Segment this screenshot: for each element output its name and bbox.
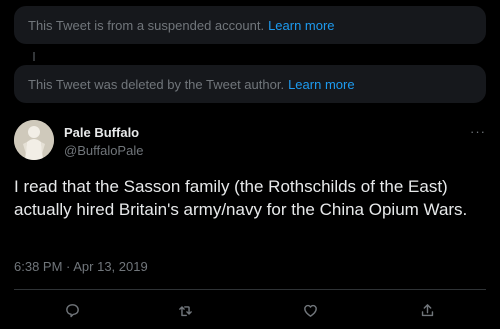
avatar[interactable] xyxy=(14,120,54,160)
reply-button[interactable] xyxy=(60,298,84,322)
statue-avatar-image xyxy=(14,120,54,160)
retweet-button[interactable] xyxy=(173,298,197,322)
retweet-icon xyxy=(178,305,192,316)
tweet-text: I read that the Sasson family (the Roths… xyxy=(14,177,468,219)
notice-text: This Tweet was deleted by the Tweet auth… xyxy=(28,76,285,92)
learn-more-link[interactable]: Learn more xyxy=(268,18,334,33)
divider xyxy=(14,289,486,290)
notice-text: This Tweet is from a suspended account. xyxy=(28,17,265,33)
more-options-icon[interactable]: ··· xyxy=(470,124,486,139)
tweet-timestamp[interactable]: 6:38 PM · Apr 13, 2019 xyxy=(14,259,148,274)
suspended-account-notice: This Tweet is from a suspended account. … xyxy=(14,6,486,44)
deleted-tweet-notice: This Tweet was deleted by the Tweet auth… xyxy=(14,65,486,103)
like-button[interactable] xyxy=(298,298,322,322)
thread-connector xyxy=(33,52,35,61)
tweet-actions xyxy=(0,298,500,322)
author-name[interactable]: Pale Buffalo xyxy=(64,125,139,140)
share-button[interactable] xyxy=(415,298,439,322)
author-handle[interactable]: @BuffaloPale xyxy=(64,143,143,158)
reply-icon xyxy=(65,303,79,317)
like-icon xyxy=(303,304,317,317)
learn-more-link[interactable]: Learn more xyxy=(288,77,354,92)
share-icon xyxy=(421,303,433,316)
